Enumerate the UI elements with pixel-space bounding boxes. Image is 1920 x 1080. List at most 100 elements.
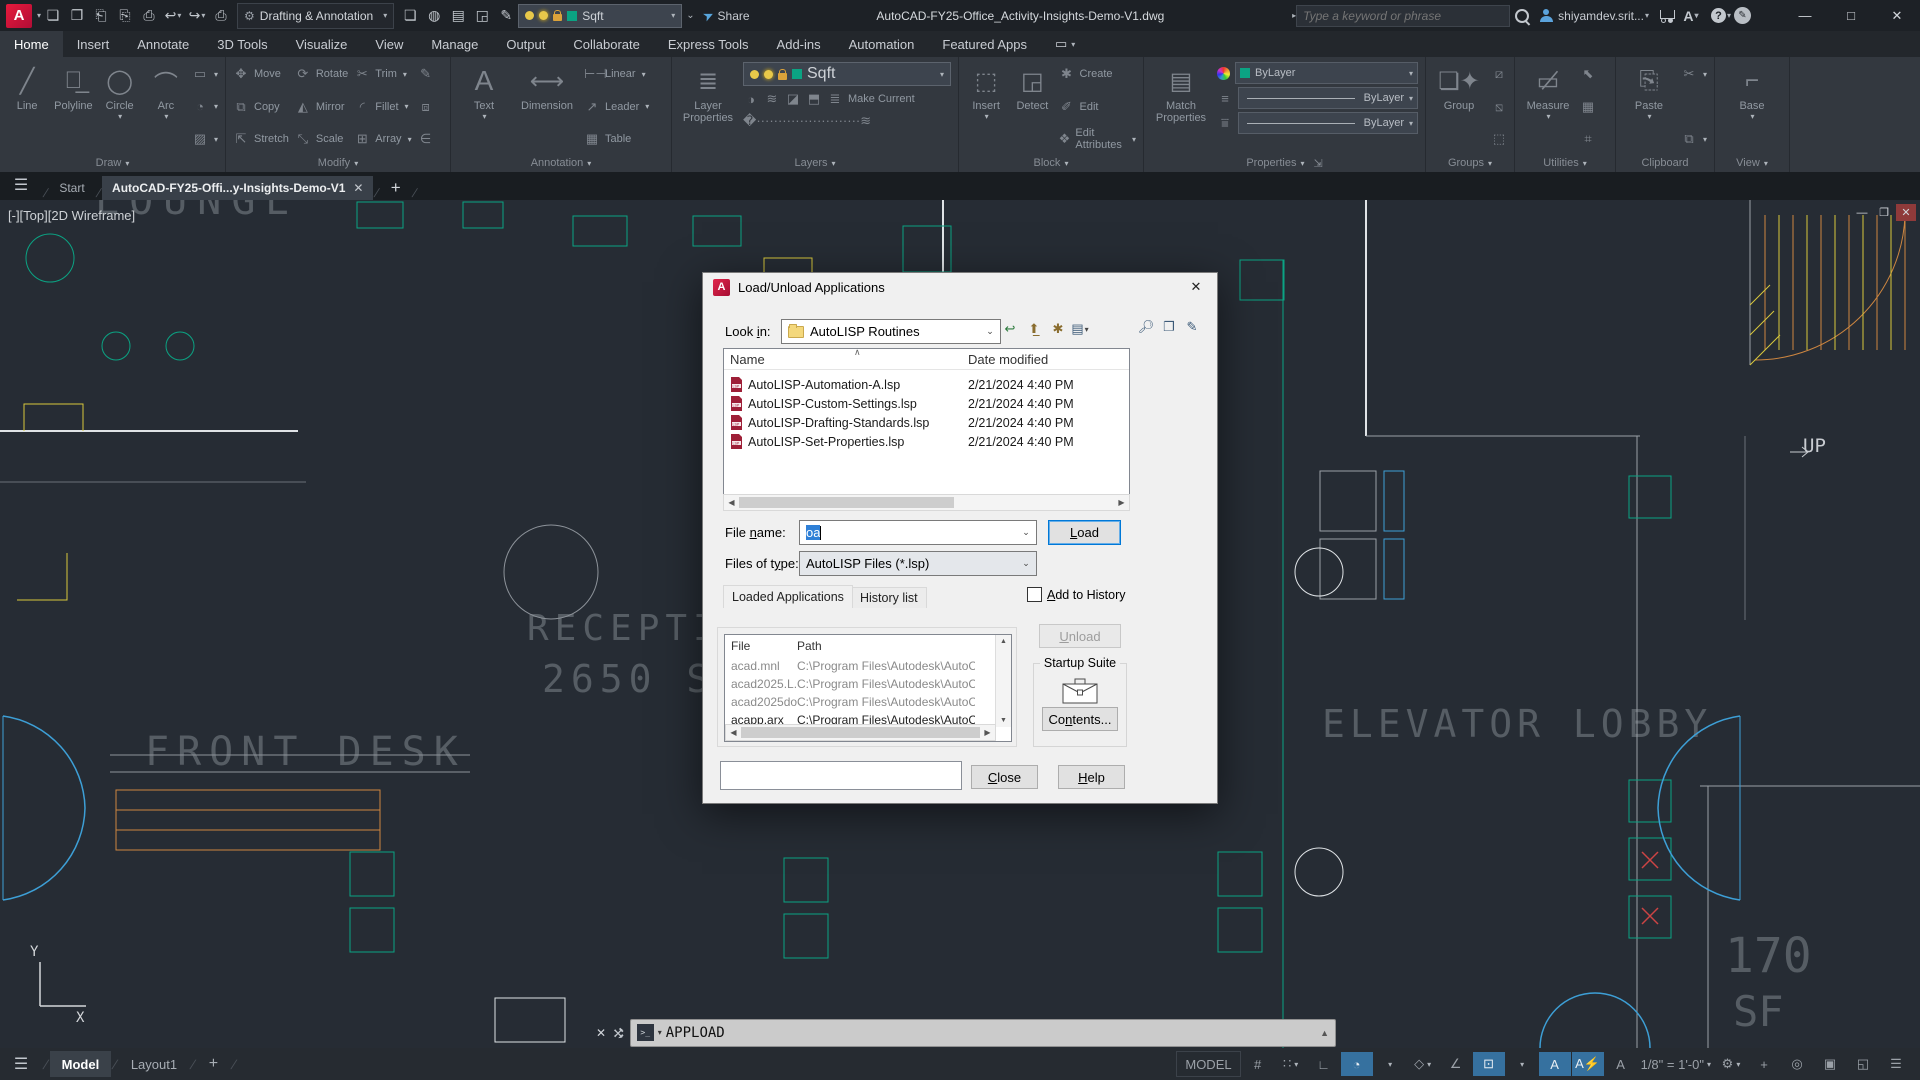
measure-button[interactable]: ▭̸Measure▾: [1522, 62, 1574, 154]
tab-annotate[interactable]: Annotate: [123, 31, 203, 57]
doc-close-icon[interactable]: ✕: [1896, 204, 1916, 221]
base-button[interactable]: ⌐Base▾: [1726, 62, 1778, 154]
polyline-button[interactable]: ⌒̲Polyline: [53, 62, 93, 154]
paste-button[interactable]: ⎘Paste▾: [1623, 62, 1675, 154]
linetype-combo[interactable]: ByLayer ▾: [1238, 112, 1418, 134]
ortho-mode-button[interactable]: ∟: [1308, 1052, 1340, 1076]
preview-icon[interactable]: 🔎︎: [1135, 317, 1157, 337]
assistant-chat-icon[interactable]: ✎: [1734, 7, 1751, 24]
text-button[interactable]: AText▾: [458, 62, 510, 154]
move-button[interactable]: ✥Move: [233, 65, 289, 83]
column-date-modified[interactable]: Date modified: [968, 352, 1048, 367]
scroll-down-icon[interactable]: ▼: [1000, 714, 1007, 727]
close-tab-icon[interactable]: ✕: [353, 181, 363, 195]
add-to-history-checkbox[interactable]: Add to History: [1027, 587, 1126, 602]
group-button[interactable]: ❏✦Group: [1433, 62, 1485, 154]
detect-button[interactable]: ◲Detect: [1012, 62, 1052, 154]
snap-mode-button[interactable]: ∷▾: [1275, 1052, 1307, 1076]
file-row[interactable]: LSP AutoLISP-Custom-Settings.lsp2/21/202…: [730, 394, 1074, 413]
file-list-hscrollbar[interactable]: ◀ ▶: [723, 494, 1130, 511]
tab-automation[interactable]: Automation: [835, 31, 929, 57]
undo-icon[interactable]: ↩▾: [162, 5, 184, 27]
loaded-list-hscrollbar[interactable]: ◀ ▶: [725, 724, 996, 741]
polar-tracking-chevron-icon[interactable]: ▾: [1374, 1052, 1406, 1076]
checkbox-icon[interactable]: [1027, 587, 1042, 602]
workspace-combo[interactable]: ⚙ Drafting & Annotation ▾: [237, 3, 394, 29]
trim-button[interactable]: ✂Trim▾: [354, 65, 411, 83]
file-name-input[interactable]: oa ⌄: [799, 520, 1037, 545]
tab-featured-apps[interactable]: Featured Apps: [928, 31, 1041, 57]
color-wheel-icon[interactable]: [1217, 67, 1230, 80]
hatch-tool-icon[interactable]: ▨▾: [192, 130, 218, 148]
autocad-logo[interactable]: A: [6, 4, 32, 28]
panel-label-clipboard[interactable]: Clipboard: [1616, 154, 1714, 172]
tab-view[interactable]: View: [361, 31, 417, 57]
close-command-icon[interactable]: ✕: [596, 1026, 606, 1040]
tab-insert[interactable]: Insert: [63, 31, 124, 57]
doc-edit-icon[interactable]: ✎: [495, 5, 517, 27]
offset-icon[interactable]: ∈: [418, 130, 434, 148]
fillet-button[interactable]: ◜Fillet▾: [354, 98, 411, 116]
current-scale-button[interactable]: 1/8" = 1'-0"▾: [1638, 1052, 1714, 1076]
create-block-button[interactable]: ✱Create: [1059, 65, 1136, 83]
save-icon[interactable]: ⎗: [90, 5, 112, 27]
table-button[interactable]: ▦Table: [584, 130, 649, 148]
lineweight-combo[interactable]: ByLayer ▾: [1238, 87, 1418, 109]
loaded-row[interactable]: acad2025.L...C:\Program Files\Autodesk\A…: [731, 675, 975, 693]
group-select-icon[interactable]: ⬚: [1491, 130, 1507, 148]
file-tab-menu-icon[interactable]: ☰: [10, 174, 32, 196]
loaded-row[interactable]: acad.mnlC:\Program Files\Autodesk\AutoCA…: [731, 657, 975, 675]
views-panel-icon[interactable]: ❐: [1158, 317, 1180, 337]
edit-block-button[interactable]: ✐Edit: [1059, 98, 1136, 116]
model-tab[interactable]: Model: [50, 1051, 112, 1077]
tab-output[interactable]: Output: [492, 31, 559, 57]
briefcase-icon[interactable]: [1062, 676, 1098, 704]
object-snap-chevron-icon[interactable]: ▾: [1506, 1052, 1538, 1076]
model-space-button[interactable]: MODEL: [1176, 1051, 1240, 1077]
dialog-title-bar[interactable]: A Load/Unload Applications: [703, 273, 1217, 301]
new-layout-button[interactable]: +: [197, 1051, 230, 1077]
layer-properties-button[interactable]: ≣ Layer Properties: [679, 62, 737, 154]
panel-label-layers[interactable]: Layers▾: [672, 154, 958, 172]
status-bar-menu-icon[interactable]: ☰: [1880, 1052, 1912, 1076]
rotate-button[interactable]: ⟳Rotate: [295, 65, 348, 83]
app-store-cart-icon[interactable]: [1656, 5, 1678, 27]
dimension-button[interactable]: ⟷Dimension: [516, 62, 578, 154]
scroll-up-icon[interactable]: ▲: [1000, 635, 1007, 648]
ribbon-layer-combo[interactable]: Sqft ▾: [743, 62, 951, 86]
loaded-applications-list[interactable]: File Path acad.mnlC:\Program Files\Autod…: [724, 634, 1012, 742]
qat-expand-icon[interactable]: ⌄: [686, 10, 694, 21]
look-in-combo[interactable]: AutoLISP Routines ⌄: [781, 319, 1001, 344]
loaded-row[interactable]: acad2025do...C:\Program Files\Autodesk\A…: [731, 693, 975, 711]
id-point-icon[interactable]: ⌗: [1580, 130, 1596, 148]
contents-button[interactable]: Contents...: [1042, 707, 1118, 731]
new-tab-button[interactable]: +: [381, 176, 411, 200]
leader-button[interactable]: ↗Leader▾: [584, 98, 649, 116]
command-input-bar[interactable]: >_ ▾ APPLOAD ▲: [630, 1019, 1336, 1047]
stretch-button[interactable]: ⇱Stretch: [233, 130, 289, 148]
scale-button[interactable]: ⤡Scale: [295, 130, 348, 148]
panel-label-properties[interactable]: Properties▾⇲: [1144, 154, 1425, 172]
column-name[interactable]: Name: [730, 352, 968, 367]
search-icon[interactable]: [1511, 5, 1533, 27]
up-one-level-icon[interactable]: ⬆̲: [1023, 319, 1045, 339]
group-edit-icon[interactable]: ⧅: [1491, 98, 1507, 116]
loaded-list-vscrollbar[interactable]: ▲ ▼: [995, 635, 1011, 727]
new-folder-icon[interactable]: ✱: [1047, 319, 1069, 339]
active-document-tab[interactable]: AutoCAD-FY25-Offi...y-Insights-Demo-V1 ✕: [102, 176, 373, 200]
explode-icon[interactable]: ⧈: [418, 98, 434, 116]
polar-tracking-button[interactable]: ◔: [1341, 1052, 1373, 1076]
panel-label-annotation[interactable]: Annotation▾: [451, 154, 671, 172]
help-button[interactable]: Help: [1058, 765, 1125, 789]
line-button[interactable]: ╱Line: [7, 62, 47, 154]
autoscale-button[interactable]: A⚡: [1572, 1052, 1604, 1076]
tools-icon[interactable]: ✎: [1181, 317, 1203, 337]
match-properties-button[interactable]: ▤ Match Properties: [1151, 62, 1211, 154]
isolate-objects-button[interactable]: ◎: [1781, 1052, 1813, 1076]
graphics-performance-button[interactable]: ▣: [1814, 1052, 1846, 1076]
tab-loaded-applications[interactable]: Loaded Applications: [723, 585, 853, 608]
save-as-icon[interactable]: ⎘: [114, 5, 136, 27]
load-button[interactable]: Load: [1048, 520, 1121, 545]
ellipse-tool-icon[interactable]: ◔▾: [192, 98, 218, 116]
mirror-button[interactable]: ◭Mirror: [295, 98, 348, 116]
